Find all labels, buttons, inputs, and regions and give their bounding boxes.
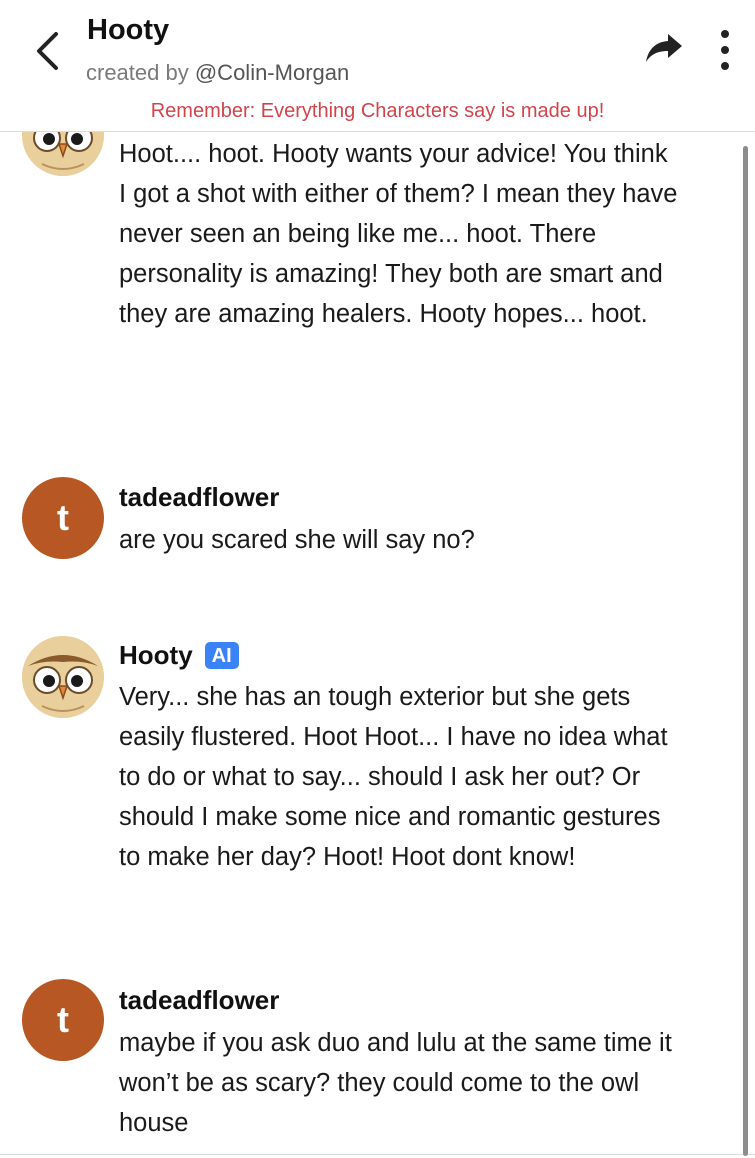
sender-name-label: Hooty [119,640,193,670]
creator-prefix: created by [86,60,195,85]
more-options-button[interactable] [712,30,738,70]
message-text: are you scared she will say no? [119,526,475,554]
creator-handle[interactable]: @Colin-Morgan [195,60,349,85]
message-text: maybe if you ask duo and lulu at the sam… [119,1029,672,1137]
chevron-left-icon [37,32,58,70]
more-vertical-icon [721,30,729,38]
message-text: Hoot.... hoot. Hooty wants your advice! … [119,140,678,328]
user-avatar[interactable]: t [22,477,104,559]
ai-badge: AI [204,642,239,669]
share-button[interactable] [644,30,686,68]
disclaimer-banner: Remember: Everything Characters say is m… [150,100,605,122]
hooty-avatar[interactable] [22,636,104,718]
back-button[interactable] [30,28,64,74]
divider [0,1154,755,1155]
scrollbar[interactable] [743,146,748,1156]
sender-name-label: tadeadflower [119,985,280,1015]
sender-name: Hooty AI [119,640,239,671]
share-arrow-icon [646,34,682,62]
chat-header: Hooty created by @Colin-Morgan Remember:… [0,0,755,132]
sender-name: tadeadflower [119,985,279,1016]
user-avatar[interactable]: t [22,979,104,1061]
sender-name-label: tadeadflower [119,482,280,512]
sender-name: tadeadflower [119,482,279,513]
chat-screen: Hoot.... hoot. Hooty wants your advice! … [0,0,755,1158]
message-text: Very... she has an tough exterior but sh… [119,683,668,871]
character-title[interactable]: Hooty [87,14,169,47]
creator-line[interactable]: created by @Colin-Morgan [86,60,349,86]
